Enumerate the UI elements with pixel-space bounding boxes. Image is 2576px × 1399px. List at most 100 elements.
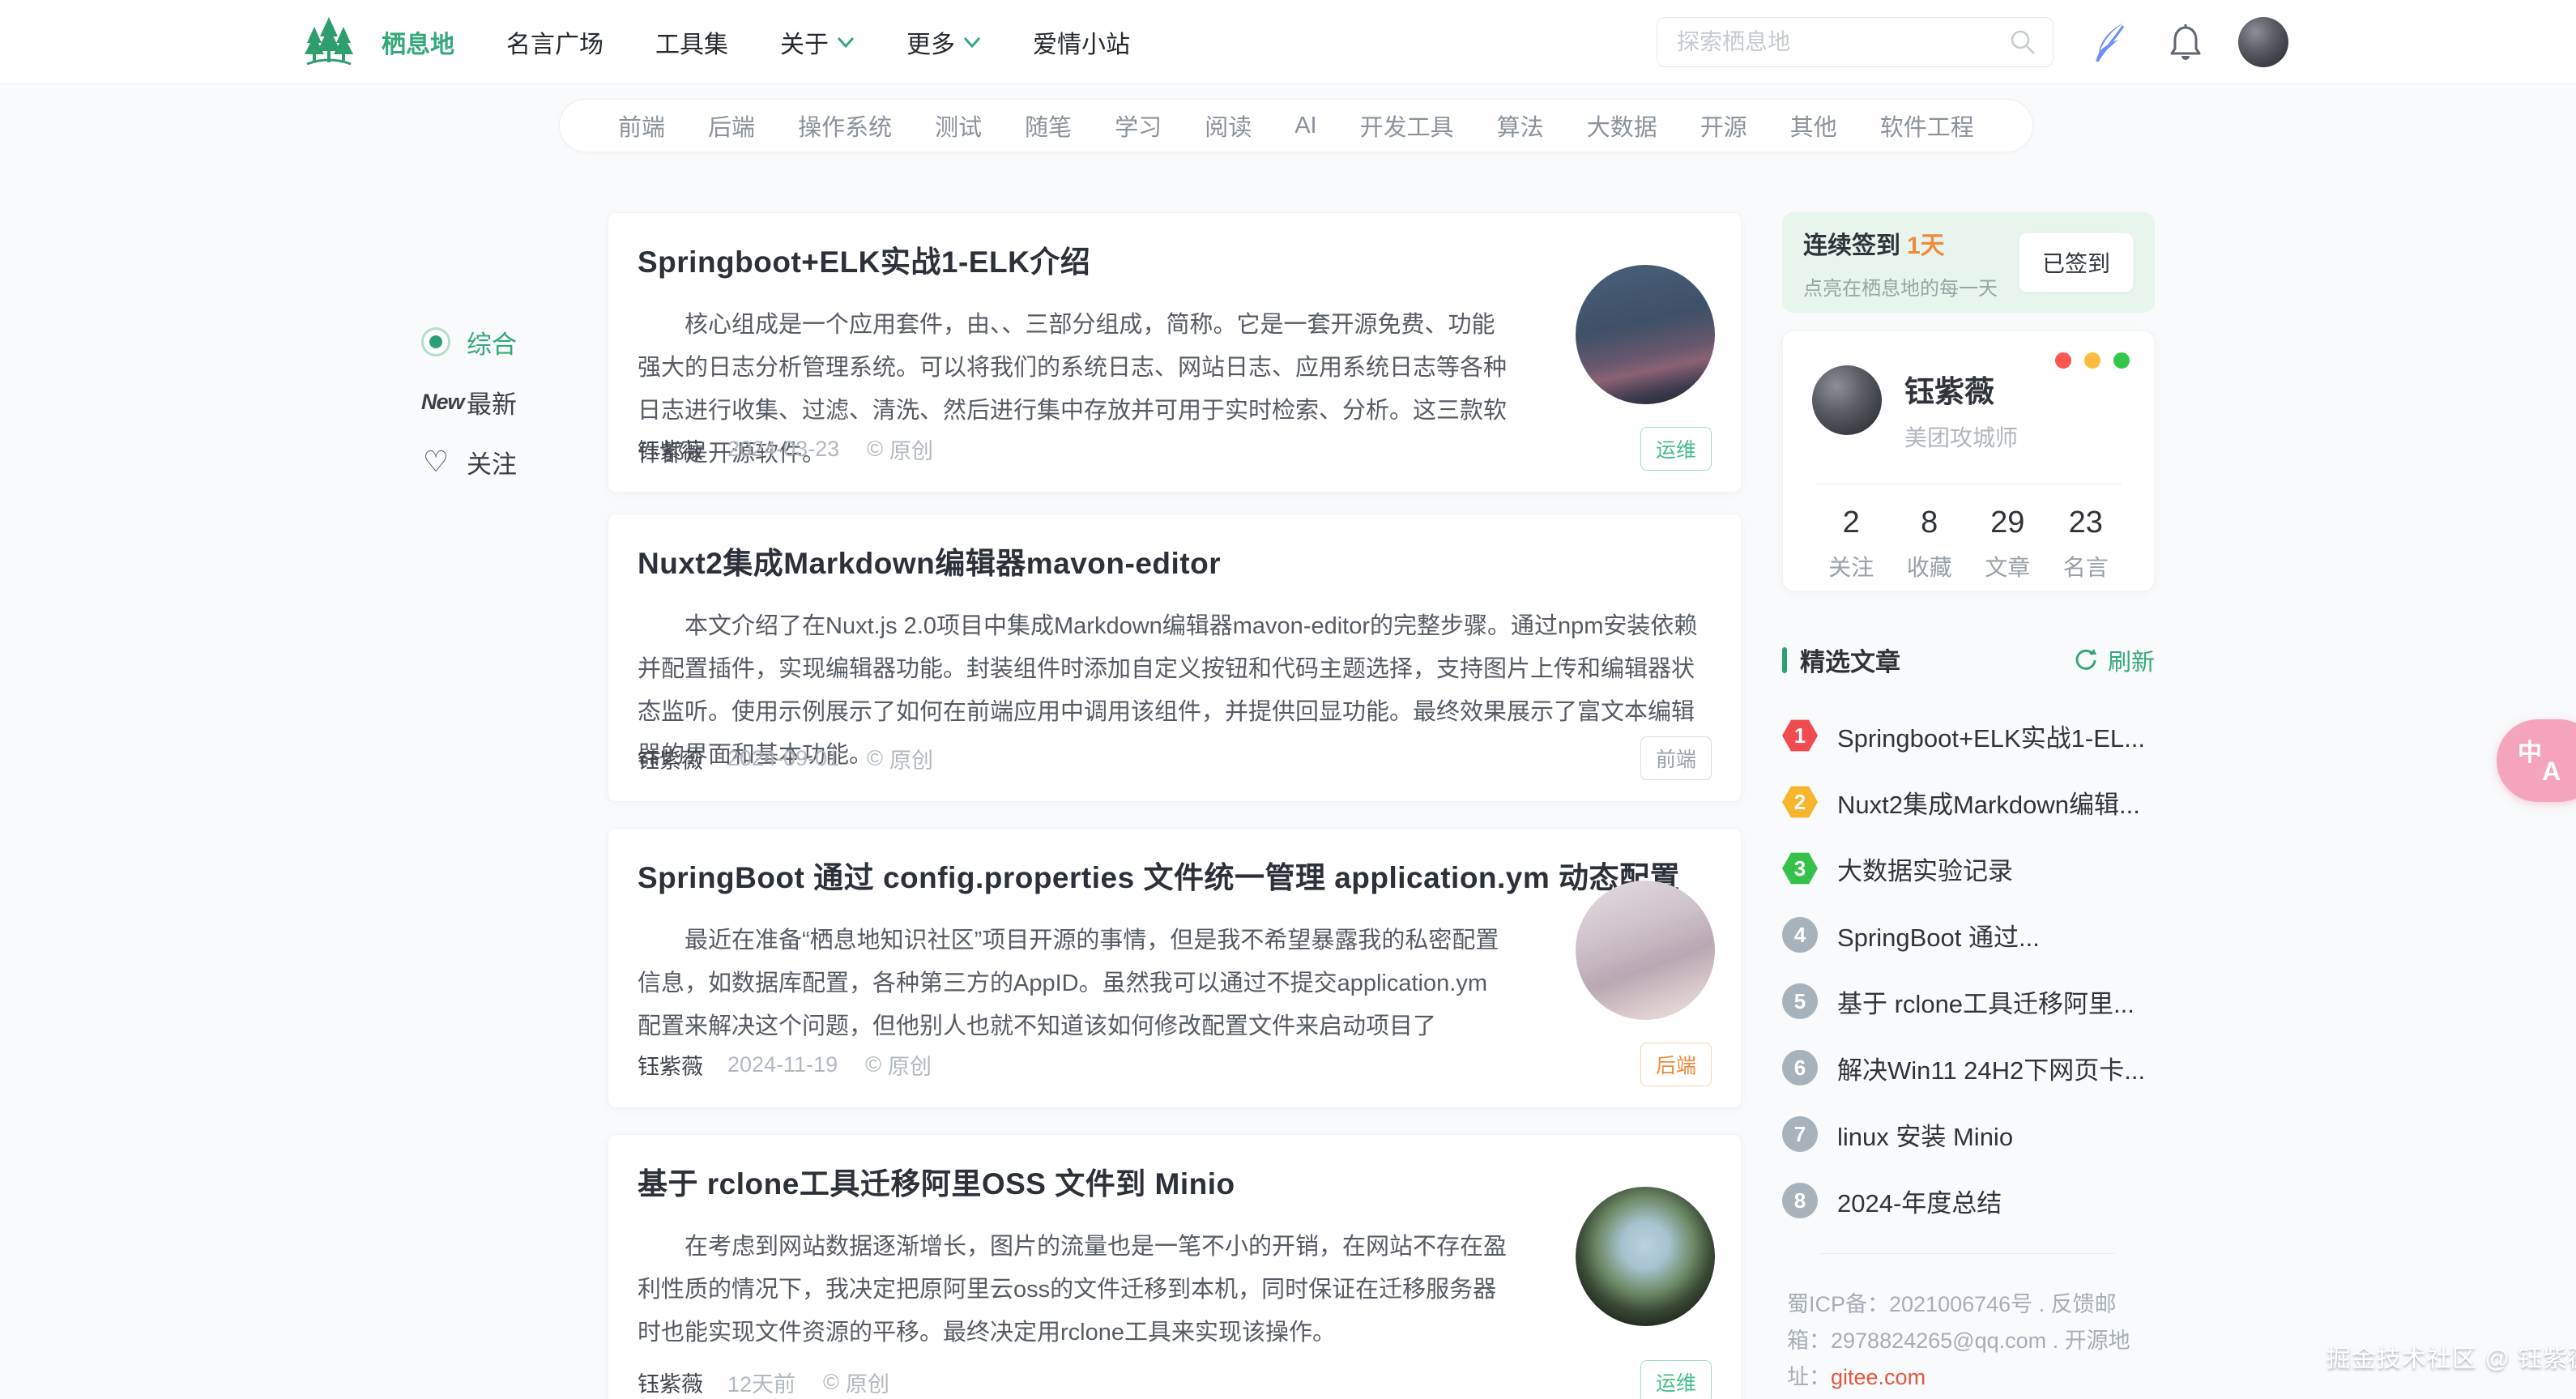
- article-card[interactable]: Springboot+ELK实战1-ELK介绍 核心组成是一个应用套件，由、、三…: [608, 212, 1742, 493]
- featured-item[interactable]: 5 基于 rclone工具迁移阿里...: [1782, 968, 2155, 1034]
- article-thumbnail[interactable]: [1576, 265, 1715, 404]
- signin-subtitle: 点亮在栖息地的每一天: [1803, 272, 1998, 301]
- category-bar: 前端 后端 操作系统 测试 随笔 学习 阅读 AI 开发工具 算法 大数据 开源…: [559, 99, 2033, 152]
- signin-days: 1天: [1907, 232, 1945, 259]
- profile-name[interactable]: 钰紫薇: [1904, 367, 2018, 411]
- chevron-down-icon: [963, 36, 981, 48]
- yellow-dot-icon: [2084, 352, 2100, 369]
- site-logo-trees-icon[interactable]: [304, 15, 354, 69]
- right-sidebar: 连续签到1天 点亮在栖息地的每一天 已签到 钰紫薇 美团攻城师 2 关注 8: [1782, 212, 2155, 1399]
- featured-item[interactable]: 7 linux 安装 Minio: [1782, 1101, 2155, 1167]
- featured-item[interactable]: 8 2024-年度总结: [1782, 1167, 2155, 1234]
- category-os[interactable]: 操作系统: [798, 109, 892, 143]
- filter-comprehensive[interactable]: 综合: [421, 322, 567, 361]
- original-badge: © 原创: [823, 1367, 889, 1398]
- article-title[interactable]: Nuxt2集成Markdown编辑器mavon-editor: [638, 539, 1712, 582]
- site-footer: 蜀ICP备：2021006746号 . 反馈邮箱：2978824265@qq.c…: [1782, 1286, 2155, 1399]
- category-other[interactable]: 其他: [1790, 109, 1837, 143]
- rank-badge: 8: [1782, 1183, 1818, 1218]
- category-opensource[interactable]: 开源: [1700, 109, 1747, 143]
- footer-divider: [1819, 1253, 2114, 1254]
- author-name[interactable]: 钰紫薇: [638, 1049, 703, 1081]
- featured-item[interactable]: 4 SpringBoot 通过...: [1782, 902, 2155, 968]
- author-name[interactable]: 钰紫薇: [638, 743, 703, 774]
- featured-item[interactable]: 6 解决Win11 24H2下网页卡...: [1782, 1034, 2155, 1101]
- notifications-bell-icon[interactable]: [2169, 23, 2203, 62]
- rank-badge: 1: [1782, 718, 1818, 753]
- category-software-eng[interactable]: 软件工程: [1880, 109, 1974, 143]
- nav-item-more[interactable]: 更多: [906, 24, 981, 60]
- nav-item-quotes[interactable]: 名言广场: [506, 24, 603, 60]
- refresh-icon: [2074, 648, 2098, 672]
- rank-badge: 3: [1782, 851, 1818, 886]
- profile-stats: 2 关注 8 收藏 29 文章 23 名言: [1812, 505, 2125, 582]
- translate-button[interactable]: 中 A: [2497, 719, 2576, 802]
- gitee-link[interactable]: gitee.com: [1831, 1365, 1926, 1389]
- category-essay[interactable]: 随笔: [1025, 109, 1072, 143]
- search-box: [1657, 17, 2054, 67]
- user-avatar[interactable]: [2238, 17, 2288, 67]
- nav-item-love[interactable]: 爱情小站: [1033, 24, 1130, 60]
- category-devtools[interactable]: 开发工具: [1360, 109, 1454, 143]
- copyright-icon: ©: [867, 437, 883, 462]
- category-frontend[interactable]: 前端: [618, 109, 665, 143]
- article-meta: 钰紫薇 2024-11-19 © 原创 后端: [638, 1043, 1712, 1086]
- article-thumbnail[interactable]: [1576, 1187, 1715, 1326]
- author-name[interactable]: 钰紫薇: [638, 1367, 703, 1398]
- article-tag[interactable]: 前端: [1640, 736, 1712, 780]
- nav-item-home[interactable]: 栖息地: [382, 24, 454, 60]
- rank-badge: 6: [1782, 1050, 1818, 1086]
- category-learning[interactable]: 学习: [1115, 109, 1162, 143]
- category-bigdata[interactable]: 大数据: [1587, 109, 1657, 143]
- search-icon[interactable]: [2009, 28, 2036, 56]
- radio-selected-icon: [421, 327, 450, 356]
- featured-item[interactable]: 2 Nuxt2集成Markdown编辑...: [1782, 769, 2155, 835]
- publish-date: 2024-11-19: [727, 1052, 838, 1077]
- write-feather-icon[interactable]: [2092, 21, 2130, 63]
- article-title[interactable]: 基于 rclone工具迁移阿里OSS 文件到 Minio: [638, 1159, 1712, 1203]
- search-input[interactable]: [1677, 29, 2009, 55]
- featured-item[interactable]: 1 Springboot+ELK实战1-EL...: [1782, 702, 2155, 769]
- featured-article-list: 1 Springboot+ELK实战1-EL... 2 Nuxt2集成Markd…: [1782, 702, 2155, 1234]
- featured-title: 精选文章: [1800, 642, 1900, 678]
- stat-articles[interactable]: 29 文章: [1968, 505, 2047, 582]
- article-card[interactable]: Nuxt2集成Markdown编辑器mavon-editor 本文介绍了在Nux…: [608, 514, 1742, 802]
- article-excerpt: 在考虑到网站数据逐渐增长，图片的流量也是一笔不小的开销，在网站不存在盈利性质的情…: [638, 1226, 1712, 1354]
- original-badge: © 原创: [865, 1049, 932, 1081]
- article-meta: 钰紫薇 2024-09-01 © 原创 前端: [638, 736, 1712, 780]
- article-card[interactable]: SpringBoot 通过 config.properties 文件统一管理 a…: [608, 828, 1742, 1108]
- rank-badge: 4: [1782, 917, 1818, 953]
- nav-item-about[interactable]: 关于: [780, 24, 855, 60]
- category-reading[interactable]: 阅读: [1205, 109, 1252, 143]
- category-backend[interactable]: 后端: [708, 109, 755, 143]
- article-card[interactable]: 基于 rclone工具迁移阿里OSS 文件到 Minio 在考虑到网站数据逐渐增…: [608, 1134, 1742, 1399]
- stat-following[interactable]: 2 关注: [1812, 505, 1891, 582]
- stat-quotes[interactable]: 23 名言: [2047, 505, 2126, 582]
- refresh-button[interactable]: 刷新: [2074, 643, 2155, 677]
- article-tag[interactable]: 运维: [1640, 1360, 1712, 1399]
- top-navbar: 栖息地 名言广场 工具集 关于 更多 爱情小站: [0, 0, 2576, 84]
- article-title[interactable]: SpringBoot 通过 config.properties 文件统一管理 a…: [638, 853, 1712, 897]
- chevron-down-icon: [837, 36, 855, 48]
- featured-item[interactable]: 3 大数据实验记录: [1782, 835, 2155, 902]
- translate-icon: 中: [2518, 732, 2542, 768]
- article-title[interactable]: Springboot+ELK实战1-ELK介绍: [638, 237, 1712, 281]
- article-tag[interactable]: 运维: [1640, 427, 1712, 471]
- author-name[interactable]: 钰紫薇: [638, 433, 703, 465]
- profile-card: 钰紫薇 美团攻城师 2 关注 8 收藏 29 文章 23 名言: [1782, 331, 2155, 591]
- rank-badge: 5: [1782, 983, 1818, 1019]
- stat-favorites[interactable]: 8 收藏: [1891, 505, 1969, 582]
- profile-avatar[interactable]: [1812, 365, 1882, 435]
- article-meta: 钰紫薇 2024-03-23 © 原创 运维: [638, 427, 1712, 471]
- profile-identity: 钰紫薇 美团攻城师: [1904, 365, 2018, 453]
- filter-following[interactable]: ♡ 关注: [421, 442, 567, 481]
- category-testing[interactable]: 测试: [935, 109, 982, 143]
- signed-in-button[interactable]: 已签到: [2019, 232, 2134, 292]
- category-ai[interactable]: AI: [1294, 113, 1316, 139]
- article-tag[interactable]: 后端: [1640, 1043, 1712, 1086]
- filter-latest[interactable]: New 最新: [421, 382, 567, 421]
- category-algorithms[interactable]: 算法: [1497, 109, 1544, 143]
- article-thumbnail[interactable]: [1576, 881, 1715, 1020]
- traffic-dots-icon: [2055, 352, 2130, 369]
- nav-item-tools[interactable]: 工具集: [655, 24, 728, 60]
